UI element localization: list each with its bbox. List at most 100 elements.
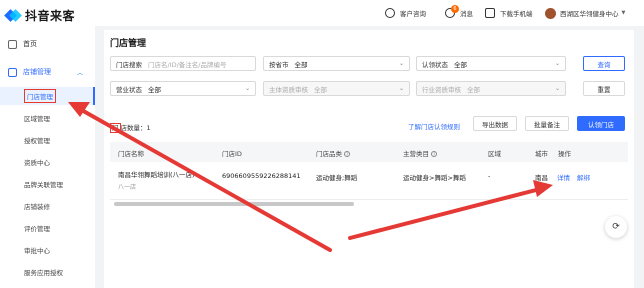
sidebar-item-label: 品牌关联管理 [24,181,63,189]
help-icon[interactable]: ? [431,151,437,157]
customer-service-button[interactable]: 客户咨询 [385,6,426,20]
chevron-down-icon: ⌄ [554,85,560,92]
phone-icon [485,8,495,18]
sidebar-item-brand-link[interactable]: 品牌关联管理 [0,175,95,193]
brand-logo-icon [4,8,22,23]
region-select-label: 按省市 [269,60,289,69]
sidebar-item-label: 区域管理 [24,115,50,123]
reset-button[interactable]: 重置 [583,81,625,96]
sidebar-item-auth-manage[interactable]: 授权管理 [0,131,95,149]
main-qualification-select[interactable]: 主体资质审核 全部 ⌄ [263,81,410,96]
sidebar-item-label: 审批中心 [24,247,50,255]
sidebar-item-label: 门店管理 [24,89,56,103]
bell-icon: 6 [445,5,459,18]
help-icon[interactable]: ? [344,151,350,157]
store-area: - [488,172,491,180]
store-search-label: 门店搜索 [116,60,142,69]
store-search-field[interactable]: 门店搜索 门店名/ID/备注名/品牌编号 [110,56,256,71]
sidebar-item-app-auth[interactable]: 服务应用授权 [0,263,95,281]
col-header-area: 区域 [488,150,501,158]
store-count: 门店数量：1 [110,122,151,133]
sidebar-item-home[interactable]: 首页 [0,35,95,53]
store-icon [8,67,17,77]
query-button[interactable]: 查询 [583,56,625,71]
detail-link[interactable]: 详情 [557,172,570,182]
sidebar-item-label: 服务应用授权 [24,269,63,277]
industry-qualification-label: 行业资质审核 [422,85,461,94]
claim-status-select[interactable]: 认领状态 全部 ⌄ [416,56,566,71]
business-status-select[interactable]: 营业状态 全部 ⌄ [110,81,256,96]
chevron-down-icon: ⌄ [244,85,250,92]
sidebar-group-store[interactable]: 店铺管理 ︿ [0,63,95,81]
store-name-cell: 南昌华翎舞蹈培训(八一店) 八一店 [118,169,195,191]
claim-status-value: 全部 [454,60,467,69]
region-select-value: 全部 [294,60,308,69]
home-icon [8,39,17,49]
message-count-badge: 6 [451,5,459,13]
store-city: 南昌 [535,174,548,182]
store-search-input[interactable]: 门店名/ID/备注名/品牌编号 [148,59,227,69]
claim-rules-link[interactable]: 了解门店认领规则 [408,121,460,131]
top-bar: 客户咨询 6 消息 下载手机端 西湖区华翎健身中心 ▼ [95,0,644,26]
messages-button[interactable]: 6 消息 [445,5,473,20]
refresh-icon: ⟳ [612,222,620,232]
download-app-label: 下载手机端 [500,10,533,18]
chevron-down-icon: ⌄ [398,60,404,67]
sidebar-item-label: 店铺装修 [24,203,50,211]
claim-store-button[interactable]: 认领门店 [577,116,625,131]
sidebar-item-qualification[interactable]: 资质中心 [0,153,95,171]
sidebar-item-label: 授权管理 [24,137,50,145]
main-qualification-label: 主体资质审核 [269,85,308,94]
export-data-button[interactable]: 导出数据 [473,116,517,131]
download-app-button[interactable]: 下载手机端 [485,6,533,20]
sidebar-item-label: 首页 [23,40,37,48]
chevron-down-icon: ⌄ [554,60,560,67]
main-panel: 门店管理 门店搜索 门店名/ID/备注名/品牌编号 按省市 全部 ⌄ 认领状态 … [104,30,634,288]
customer-service-label: 客户咨询 [400,10,426,18]
brand-logo[interactable]: 抖音来客 [4,5,76,25]
brand-name: 抖音来客 [25,8,76,23]
messages-label: 消息 [460,10,473,18]
business-status-label: 营业状态 [116,85,142,94]
sidebar-item-decoration[interactable]: 店铺装修 [0,197,95,215]
business-status-value: 全部 [148,85,161,94]
table-header: 门店名称 门店ID 门店品类? 主营类目? 区域 城市 操作 [110,142,628,162]
claim-status-label: 认领状态 [422,60,448,69]
store-id: 6906609559226288141 [222,172,301,180]
col-header-city: 城市 [535,150,548,158]
store-count-prefix: 门 [110,123,121,133]
sidebar-item-store-manage[interactable]: 门店管理 [0,87,95,105]
store-count-text: 店数量：1 [120,124,151,132]
main-qualification-value: 全部 [314,85,327,94]
refresh-float-button[interactable]: ⟳ [605,216,627,238]
col-header-actions: 操作 [558,150,571,158]
page-title: 门店管理 [110,39,147,49]
chevron-down-icon: ⌄ [398,85,404,92]
sidebar-item-area-manage[interactable]: 区域管理 [0,109,95,127]
table-row: 南昌华翎舞蹈培训(八一店) 八一店 6906609559226288141 运动… [110,162,628,200]
headset-icon [385,8,395,18]
col-header-name: 门店名称 [118,150,144,158]
industry-qualification-value: 全部 [467,85,480,94]
col-header-main-label: 主营类目 [403,150,429,158]
sidebar: 抖音来客 首页 店铺管理 ︿ 门店管理 区域管理 授权管理 资质中心 品牌关联管… [0,0,95,288]
horizontal-scrollbar[interactable] [114,202,354,206]
store-name: 南昌华翎舞蹈培训(八一店) [118,171,195,179]
batch-note-button[interactable]: 批量备注 [525,116,569,131]
unbind-link[interactable]: 解绑 [577,172,590,182]
chevron-up-icon: ︿ [76,69,83,77]
avatar [545,7,556,19]
col-header-category: 门店品类? [316,148,350,158]
region-select[interactable]: 按省市 全部 ⌄ [263,56,410,71]
industry-qualification-select[interactable]: 行业资质审核 全部 ⌄ [416,81,566,96]
sidebar-item-reviews[interactable]: 评价管理 [0,219,95,237]
sidebar-item-label: 评价管理 [24,225,50,233]
col-header-main: 主营类目? [403,148,437,158]
account-name: 西湖区华翎健身中心 [560,10,619,18]
chevron-down-icon: ▼ [621,10,626,16]
account-menu[interactable]: 西湖区华翎健身中心 ▼ [545,6,625,20]
store-branch: 八一店 [118,184,137,191]
sidebar-item-approval[interactable]: 审批中心 [0,241,95,259]
store-category: 运动健身;舞蹈 [316,174,358,182]
sidebar-item-label: 资质中心 [24,159,50,167]
